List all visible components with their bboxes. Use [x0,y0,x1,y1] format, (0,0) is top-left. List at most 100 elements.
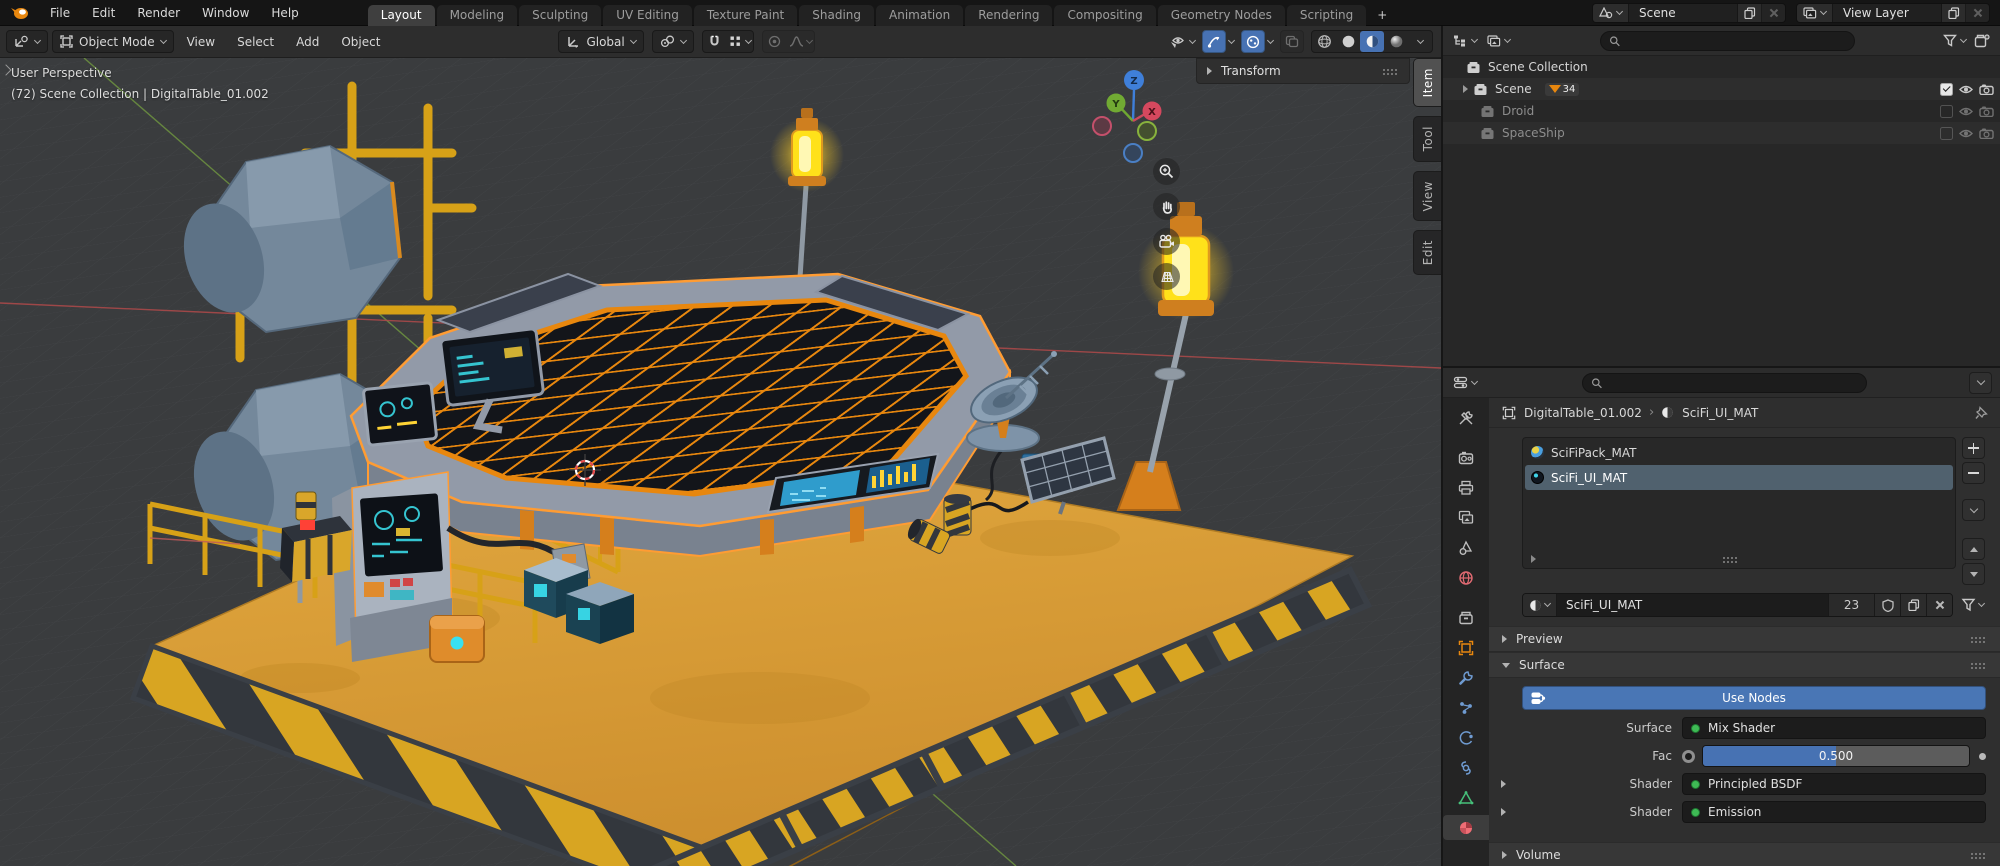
browse-material-button[interactable] [1523,594,1557,616]
material-slot-row[interactable]: SciFiPack_MAT [1525,440,1953,465]
shading-options-button[interactable] [1408,31,1432,52]
outliner-row-spaceship[interactable]: SpaceShip [1443,122,2000,144]
snap-toggle[interactable] [703,31,727,52]
workspace-tab-rendering[interactable]: Rendering [965,5,1052,26]
material-link-filter-button[interactable] [1959,598,1986,612]
viewport-menu-view[interactable]: View [178,29,224,55]
mode-selector[interactable]: Object Mode [52,30,174,53]
outliner-search-input[interactable] [1626,34,1846,48]
tab-physics[interactable] [1446,725,1486,750]
breadcrumb-object[interactable]: DigitalTable_01.002 [1524,406,1642,420]
drag-handle[interactable] [1970,852,1987,859]
material-users-count[interactable]: 23 [1828,594,1874,616]
breadcrumb-material[interactable]: SciFi_UI_MAT [1682,406,1758,420]
list-resize-handle[interactable] [1722,556,1739,563]
expand-icon[interactable] [1501,808,1506,816]
workspace-tab-layout[interactable]: Layout [368,5,435,26]
properties-editor-type-button[interactable] [1451,376,1479,389]
new-view-layer-button[interactable] [1941,4,1965,22]
new-material-button[interactable] [1900,594,1926,616]
pivot-point-selector[interactable] [652,30,694,53]
tab-view-layer[interactable] [1446,505,1486,530]
tab-output[interactable] [1446,475,1486,500]
use-nodes-button[interactable]: Use Nodes [1522,686,1986,710]
shading-wireframe-button[interactable] [1312,31,1336,52]
expand-icon[interactable] [1463,85,1468,93]
fac-slider[interactable]: 0.500 [1702,745,1970,767]
xray-toggle[interactable] [1280,30,1304,53]
blender-logo-icon[interactable] [0,6,39,20]
workspace-tab-scripting[interactable]: Scripting [1287,5,1366,26]
tab-tool[interactable] [1446,405,1486,430]
outliner-display-mode-button[interactable] [1485,35,1512,47]
disable-render-camera-icon[interactable] [1979,105,1994,117]
expand-icon[interactable] [1501,780,1506,788]
add-slot-button[interactable] [1962,437,1985,459]
navigation-gizmo[interactable]: Z Y X [1084,64,1184,168]
workspace-tab-uv-editing[interactable]: UV Editing [603,5,692,26]
remove-view-layer-button[interactable] [1965,4,1989,22]
disable-render-camera-icon[interactable] [1979,127,1994,139]
workspace-tab-geometry-nodes[interactable]: Geometry Nodes [1158,5,1285,26]
workspace-tab-texture-paint[interactable]: Texture Paint [694,5,797,26]
tab-scene[interactable] [1446,535,1486,560]
sidebar-tab-edit[interactable]: Edit [1413,230,1441,275]
viewport-menu-select[interactable]: Select [228,29,283,55]
crate-orange[interactable] [430,616,484,662]
viewport-menu-add[interactable]: Add [287,29,328,55]
move-slot-up-button[interactable] [1962,538,1985,560]
drag-handle[interactable] [1382,68,1399,75]
unlink-material-button[interactable] [1926,594,1952,616]
show-overlays-toggle[interactable] [1241,30,1265,53]
workspace-tab-sculpting[interactable]: Sculpting [519,5,601,26]
workspace-tab-animation[interactable]: Animation [876,5,963,26]
slot-specials-button[interactable] [1962,499,1985,521]
exclude-checkbox[interactable] [1940,105,1953,118]
list-expand-icon[interactable] [1531,555,1536,563]
viewport-canvas[interactable]: User Perspective (72) Scene Collection |… [0,58,1441,866]
panel-volume[interactable]: Volume [1489,842,2000,866]
menu-window[interactable]: Window [191,0,260,26]
outliner-item-label[interactable]: SpaceShip [1500,126,1565,140]
gizmo-axis-x[interactable]: X [1143,102,1162,121]
shading-material-preview-button[interactable] [1360,31,1384,52]
hide-viewport-eye-icon[interactable] [1958,84,1974,95]
workspace-tab-shading[interactable]: Shading [799,5,874,26]
tab-constraints[interactable] [1446,755,1486,780]
outliner-row-scene-collection[interactable]: Scene Collection [1443,56,2000,78]
sidebar-tab-tool[interactable]: Tool [1413,116,1441,161]
tab-modifiers[interactable] [1446,665,1486,690]
tab-particles[interactable] [1446,695,1486,720]
gizmo-axis-z[interactable]: Z [1124,70,1144,90]
menu-render[interactable]: Render [126,0,191,26]
drag-handle[interactable] [1970,636,1987,643]
shading-rendered-button[interactable] [1384,31,1408,52]
material-slot-row-selected[interactable]: SciFi_UI_MAT [1525,465,1953,490]
gizmo-axis-y[interactable]: Y [1107,94,1126,113]
outliner-row-droid[interactable]: Droid [1443,100,2000,122]
principled-bsdf-field[interactable]: Principled BSDF [1682,773,1986,795]
object-visibility-group[interactable] [1169,35,1195,49]
show-gizmo-toggle[interactable] [1202,30,1226,53]
material-slot-list[interactable]: SciFiPack_MAT SciFi_UI_MAT [1522,437,1956,569]
disable-render-camera-icon[interactable] [1979,83,1994,95]
menu-edit[interactable]: Edit [81,0,126,26]
menu-help[interactable]: Help [260,0,309,26]
properties-search[interactable] [1582,373,1867,393]
emission-field[interactable]: Emission [1682,801,1986,823]
gizmo-axis-neg-z[interactable] [1124,144,1142,162]
tab-material[interactable] [1443,815,1489,840]
outliner-search[interactable] [1600,31,1855,51]
gizmo-axis-neg-x[interactable] [1093,117,1111,135]
outliner-filter-button[interactable] [1943,34,1966,47]
gizmo-axis-neg-y[interactable] [1138,122,1156,140]
tab-world[interactable] [1446,565,1486,590]
new-collection-button[interactable] [1972,34,1992,48]
scene-name-field[interactable]: Scene [1629,6,1737,20]
view-layer-browse-button[interactable] [1797,4,1833,22]
outliner-row-scene[interactable]: Scene 34 [1443,78,2000,100]
camera-view-button[interactable] [1153,228,1180,255]
perspective-toggle-button[interactable] [1153,263,1180,290]
tab-collection[interactable] [1446,605,1486,630]
transform-orientation-selector[interactable]: Global [558,30,643,53]
